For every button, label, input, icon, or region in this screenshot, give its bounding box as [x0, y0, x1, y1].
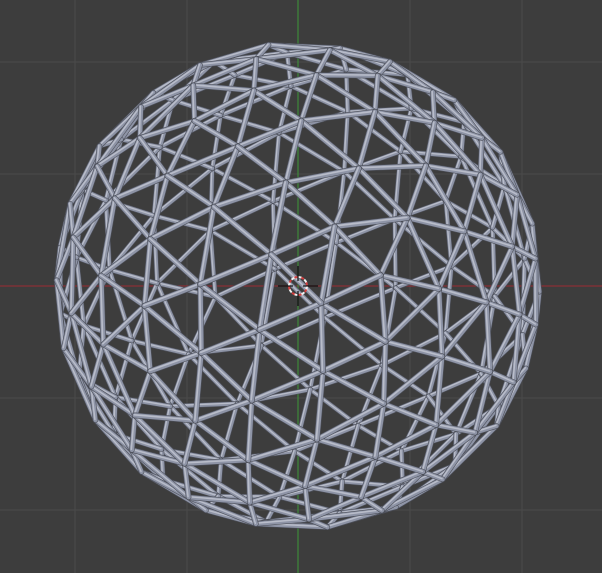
mesh-edge	[210, 113, 223, 171]
mesh-edge-highlight	[384, 340, 443, 357]
mesh-edge-highlight	[437, 287, 487, 303]
3d-viewport[interactable]	[0, 0, 602, 573]
mesh-edge-highlight	[198, 282, 202, 354]
mesh-edge	[443, 154, 464, 203]
mesh-edge-highlight	[113, 196, 151, 240]
mesh-edge-highlight	[444, 155, 462, 201]
mesh-edge-highlight	[315, 437, 376, 457]
viewport-canvas[interactable]	[0, 0, 602, 573]
mesh-edge-highlight	[260, 316, 325, 346]
mesh-edge-highlight	[315, 73, 378, 76]
mesh-edge-highlight	[158, 145, 213, 169]
mesh-edge-highlight	[148, 369, 196, 421]
mesh-edge-highlight	[133, 369, 151, 416]
mesh-edge-highlight	[380, 363, 429, 397]
